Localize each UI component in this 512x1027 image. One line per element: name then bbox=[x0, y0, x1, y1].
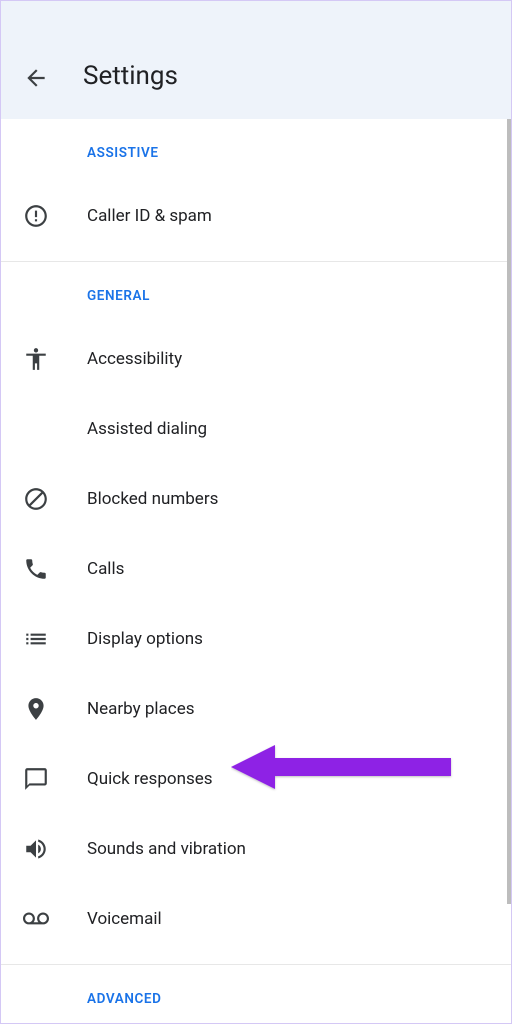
settings-list: ASSISTIVE Caller ID & spam GENERAL Acces… bbox=[1, 119, 511, 1027]
item-calls[interactable]: Calls bbox=[1, 534, 511, 604]
list-item-label: Caller ID & spam bbox=[87, 206, 212, 226]
block-icon bbox=[23, 486, 49, 512]
list-item-label: Nearby places bbox=[87, 699, 194, 719]
list-item-label: Sounds and vibration bbox=[87, 839, 246, 859]
item-nearby-places[interactable]: Nearby places bbox=[1, 674, 511, 744]
list-item-label: Display options bbox=[87, 629, 203, 649]
item-quick-responses[interactable]: Quick responses bbox=[1, 744, 511, 814]
item-accessibility[interactable]: Accessibility bbox=[1, 324, 511, 394]
item-caller-id-spam[interactable]: Caller ID & spam bbox=[1, 181, 511, 251]
section-label-general: GENERAL bbox=[1, 262, 511, 324]
volume-icon bbox=[23, 836, 49, 862]
item-voicemail[interactable]: Voicemail bbox=[1, 884, 511, 954]
list-item-label: Blocked numbers bbox=[87, 489, 218, 509]
list-item-label: Quick responses bbox=[87, 769, 213, 789]
chat-bubble-icon bbox=[23, 766, 49, 792]
list-item-label: Accessibility bbox=[87, 349, 182, 369]
page-title: Settings bbox=[83, 61, 178, 91]
list-item-label: Assisted dialing bbox=[87, 419, 207, 439]
voicemail-icon bbox=[23, 906, 49, 932]
item-blocked-numbers[interactable]: Blocked numbers bbox=[1, 464, 511, 534]
section-label-advanced: ADVANCED bbox=[1, 965, 511, 1027]
phone-icon bbox=[23, 556, 49, 582]
accessibility-icon bbox=[23, 346, 49, 372]
list-item-label: Calls bbox=[87, 559, 124, 579]
scrollbar[interactable] bbox=[507, 119, 511, 904]
item-sounds-vibration[interactable]: Sounds and vibration bbox=[1, 814, 511, 884]
app-header: Settings bbox=[1, 1, 511, 119]
item-assisted-dialing[interactable]: Assisted dialing bbox=[1, 394, 511, 464]
exclamation-circle-icon bbox=[23, 203, 49, 229]
list-icon bbox=[23, 626, 49, 652]
item-display-options[interactable]: Display options bbox=[1, 604, 511, 674]
location-pin-icon bbox=[23, 696, 49, 722]
back-arrow-icon[interactable] bbox=[23, 65, 49, 91]
list-item-label: Voicemail bbox=[87, 909, 162, 929]
section-label-assistive: ASSISTIVE bbox=[1, 119, 511, 181]
